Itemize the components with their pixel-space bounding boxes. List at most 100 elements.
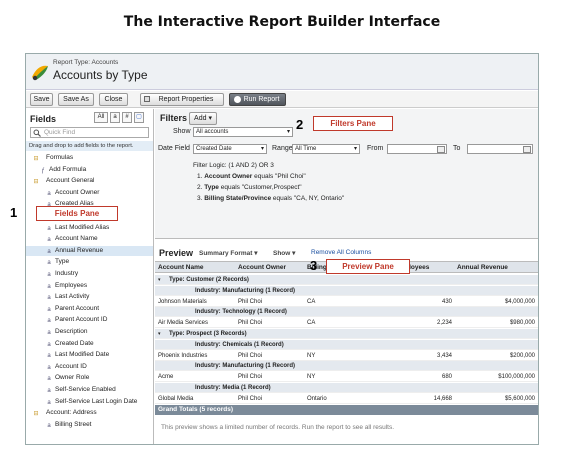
range-select[interactable]: All Time ▾: [292, 144, 360, 154]
preview-footer: This preview shows a limited number of r…: [161, 424, 395, 431]
field-item[interactable]: a Parent Account ID: [26, 315, 153, 325]
field-type-icon: a: [47, 341, 51, 348]
table-cell: Phil Choi: [238, 374, 263, 381]
field-label: Owner Role: [55, 374, 90, 382]
show-menu[interactable]: Show ▾: [273, 249, 295, 257]
group-label: Industry: Manufacturing (1 Record): [195, 287, 296, 294]
filter-date-button[interactable]: ▢: [134, 112, 144, 123]
filter-2-field: Type: [204, 184, 219, 191]
field-label: Billing Street: [55, 420, 92, 428]
field-item[interactable]: a Owner Role: [26, 373, 153, 383]
quick-find-input[interactable]: Quick Find: [30, 127, 149, 138]
field-item[interactable]: a Created Date: [26, 339, 153, 349]
field-label: Created Date: [55, 339, 94, 347]
filter-2[interactable]: 2. Type equals "Customer,Prospect": [197, 184, 302, 191]
field-type-icon: a: [47, 283, 51, 290]
field-item[interactable]: a Type: [26, 257, 153, 267]
group-label: Industry: Manufacturing (1 Record): [195, 363, 296, 370]
calendar-icon[interactable]: [437, 146, 445, 153]
field-folder[interactable]: ⊟ Account General: [26, 176, 153, 186]
fields-pane-callout: Fields Pane: [36, 206, 118, 221]
chevron-down-icon: ▾: [286, 129, 290, 135]
summary-format-menu[interactable]: Summary Format ▾: [199, 249, 258, 257]
filter-text-button[interactable]: a: [110, 112, 120, 123]
field-label: Annual Revenue: [55, 246, 104, 254]
filter-3[interactable]: 3. Billing State/Province equals "CA, NY…: [197, 195, 344, 202]
field-type-icon: a: [47, 399, 51, 406]
table-row: Air Media Services Phil Choi CA 2,234 $980,0…: [155, 318, 538, 329]
field-label: Type: [55, 258, 70, 266]
field-label: Formulas: [46, 154, 74, 161]
field-item[interactable]: a Parent Account: [26, 304, 153, 314]
field-item[interactable]: a Self-Service Enabled: [26, 385, 153, 395]
table-row: Global Media Phil Choi Ontario 14,668 $5,600…: [155, 394, 538, 404]
field-type-icon: a: [47, 364, 51, 371]
table-row: Phoenix Industries Phil Choi NY 3,434 $200,0…: [155, 351, 538, 361]
to-label: To: [453, 145, 461, 152]
table-cell: Air Media Services: [158, 320, 209, 327]
report-title: Accounts by Type: [53, 68, 148, 82]
column-header[interactable]: Annual Revenue: [457, 264, 508, 271]
field-folder[interactable]: ⊟ Account: Address: [26, 408, 153, 418]
collapse-icon[interactable]: ▾: [158, 275, 161, 285]
calendar-icon[interactable]: [523, 146, 531, 153]
date-field-select[interactable]: Created Date ▾: [193, 144, 267, 154]
collapse-icon[interactable]: ▾: [158, 329, 161, 339]
table-cell: 14,668: [433, 395, 452, 402]
field-item[interactable]: a Last Modified Alias: [26, 223, 153, 233]
field-label: Account: Address: [46, 409, 97, 417]
field-type-icon: a: [47, 376, 51, 383]
field-item[interactable]: ƒ Add Formula: [26, 165, 153, 175]
column-header[interactable]: Account Owner: [238, 264, 286, 271]
table-cell: Ontario: [307, 395, 327, 402]
field-item[interactable]: a Last Modified Date: [26, 350, 153, 360]
filter-number-button[interactable]: #: [122, 112, 132, 123]
filter-3-rest: equals "CA, NY, Ontario": [272, 195, 345, 202]
field-item[interactable]: a Industry: [26, 269, 153, 279]
report-header: Report Type: Accounts Accounts by Type: [26, 54, 538, 90]
table-cell: Phil Choi: [238, 320, 263, 327]
field-folder[interactable]: ⊟ Formulas: [26, 153, 153, 163]
folder-icon: ⊟: [33, 156, 39, 162]
field-type-icon: a: [47, 295, 51, 302]
field-label: Description: [55, 328, 88, 335]
industry-group-row: Industry: Media (1 Record): [155, 383, 538, 393]
filter-all-button[interactable]: All: [94, 112, 108, 123]
table-cell: 3,434: [436, 352, 452, 359]
field-item[interactable]: a Account Name: [26, 234, 153, 244]
field-item[interactable]: a Billing Street: [26, 420, 153, 430]
report-properties-button[interactable]: Report Properties: [140, 93, 224, 106]
field-item[interactable]: a Self-Service Last Login Date: [26, 397, 153, 407]
properties-icon: [144, 96, 150, 102]
drag-hint: Drag and drop to add fields to the repor…: [26, 141, 153, 151]
save-button[interactable]: Save: [30, 93, 53, 106]
filter-3-field: Billing State/Province: [204, 195, 272, 202]
run-report-button[interactable]: Run Report: [229, 93, 286, 106]
column-header[interactable]: Account Name: [158, 264, 204, 271]
field-item[interactable]: a Account Owner: [26, 188, 153, 198]
show-menu-label: Show: [273, 250, 291, 257]
table-row: Johnson Materials Phil Choi CA 430 $4,000,00…: [155, 297, 538, 307]
search-icon: [33, 129, 41, 137]
field-item[interactable]: a Last Activity: [26, 292, 153, 302]
close-button[interactable]: Close: [99, 93, 128, 106]
filter-1[interactable]: 1. Account Owner equals "Phil Choi": [197, 173, 306, 180]
field-item[interactable]: a Annual Revenue: [26, 245, 153, 256]
field-label: Industry: [55, 270, 79, 277]
field-label: Account ID: [55, 362, 87, 370]
show-select[interactable]: All accounts ▾: [193, 127, 293, 137]
remove-all-columns-link[interactable]: Remove All Columns: [311, 249, 371, 256]
save-as-button[interactable]: Save As: [58, 93, 94, 106]
type-group-row: ▾ Type: Customer (2 Records): [155, 275, 538, 285]
add-filter-button[interactable]: Add ▾: [189, 112, 217, 125]
field-item[interactable]: a Employees: [26, 281, 153, 291]
formula-icon: ƒ: [41, 167, 45, 174]
field-type-icon: a: [47, 330, 51, 336]
field-label: Account Owner: [55, 188, 100, 196]
field-label: Parent Account: [55, 304, 100, 312]
field-item[interactable]: a Account ID: [26, 362, 153, 372]
field-item[interactable]: a Description: [26, 327, 153, 337]
table-row: Acme Phil Choi NY 680 $100,000,000: [155, 372, 538, 383]
table-cell: $5,600,000: [504, 395, 535, 402]
range-value: All Time: [295, 146, 317, 152]
